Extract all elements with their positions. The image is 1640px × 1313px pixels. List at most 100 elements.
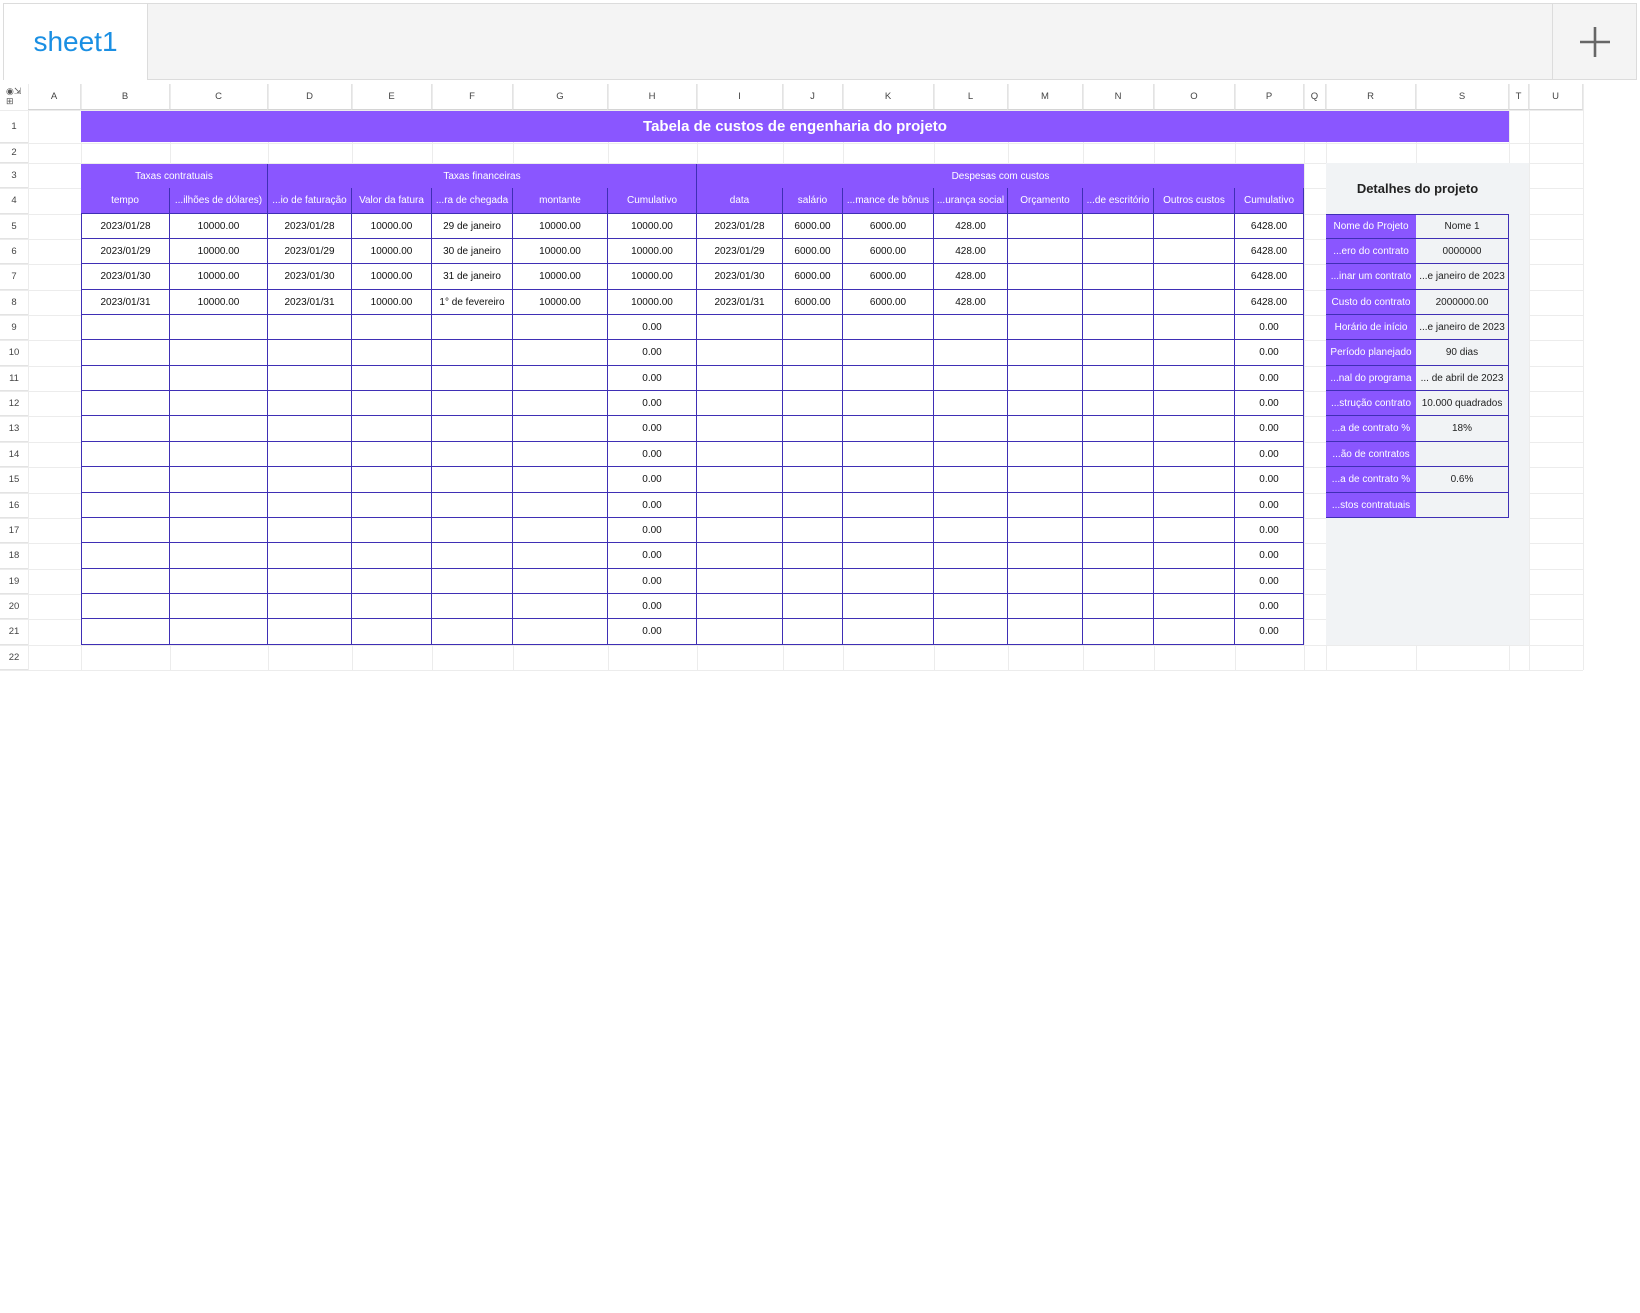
table-cell[interactable]: 6000.00: [783, 290, 843, 315]
column-header[interactable]: R: [1326, 84, 1416, 110]
row-header[interactable]: 13: [0, 416, 28, 442]
table-cell[interactable]: [697, 493, 783, 518]
row-header[interactable]: 14: [0, 442, 28, 467]
detail-value[interactable]: [1416, 442, 1509, 467]
table-cell[interactable]: [934, 366, 1008, 391]
table-cell[interactable]: [1154, 467, 1235, 493]
row-header[interactable]: 8: [0, 290, 28, 315]
table-cell[interactable]: 10000.00: [352, 214, 432, 239]
table-cell[interactable]: [352, 518, 432, 543]
table-cell[interactable]: [934, 569, 1008, 594]
table-cell[interactable]: 0.00: [1235, 467, 1304, 493]
table-cell[interactable]: 0.00: [608, 569, 697, 594]
table-cell[interactable]: [934, 467, 1008, 493]
table-cell[interactable]: [268, 467, 352, 493]
table-cell[interactable]: [170, 391, 268, 416]
table-cell[interactable]: [843, 366, 934, 391]
row-header[interactable]: 15: [0, 467, 28, 493]
table-cell[interactable]: 2023/01/30: [697, 264, 783, 290]
table-cell[interactable]: [513, 391, 608, 416]
column-header[interactable]: H: [608, 84, 697, 110]
column-header[interactable]: N: [1083, 84, 1154, 110]
table-cell[interactable]: [934, 543, 1008, 569]
table-cell[interactable]: [432, 594, 513, 619]
table-cell[interactable]: [268, 518, 352, 543]
detail-value[interactable]: 90 dias: [1416, 340, 1509, 366]
table-cell[interactable]: 6000.00: [783, 214, 843, 239]
table-cell[interactable]: 10000.00: [513, 214, 608, 239]
detail-value[interactable]: ...e janeiro de 2023: [1416, 315, 1509, 340]
table-cell[interactable]: [170, 442, 268, 467]
table-cell[interactable]: [697, 569, 783, 594]
table-cell[interactable]: [170, 467, 268, 493]
table-cell[interactable]: [268, 493, 352, 518]
table-cell[interactable]: 6000.00: [843, 239, 934, 264]
table-cell[interactable]: 29 de janeiro: [432, 214, 513, 239]
table-cell[interactable]: 428.00: [934, 239, 1008, 264]
column-label-cell[interactable]: ...ilhões de dólares): [170, 188, 268, 214]
table-cell[interactable]: 6428.00: [1235, 264, 1304, 290]
column-header[interactable]: D: [268, 84, 352, 110]
table-cell[interactable]: [81, 340, 170, 366]
table-cell[interactable]: [352, 442, 432, 467]
table-cell[interactable]: 2023/01/29: [81, 239, 170, 264]
table-cell[interactable]: 1° de fevereiro: [432, 290, 513, 315]
detail-value[interactable]: 0000000: [1416, 239, 1509, 264]
table-cell[interactable]: [352, 619, 432, 645]
column-header[interactable]: A: [28, 84, 81, 110]
table-cell[interactable]: [934, 442, 1008, 467]
row-header[interactable]: 7: [0, 264, 28, 290]
table-cell[interactable]: [843, 416, 934, 442]
table-cell[interactable]: [432, 569, 513, 594]
table-cell[interactable]: [697, 391, 783, 416]
detail-value[interactable]: ... de abril de 2023: [1416, 366, 1509, 391]
table-cell[interactable]: 0.00: [608, 467, 697, 493]
table-cell[interactable]: 2023/01/28: [81, 214, 170, 239]
table-cell[interactable]: [934, 594, 1008, 619]
table-cell[interactable]: [1083, 493, 1154, 518]
table-cell[interactable]: [268, 340, 352, 366]
table-cell[interactable]: [697, 366, 783, 391]
table-cell[interactable]: [1083, 467, 1154, 493]
table-cell[interactable]: 6428.00: [1235, 239, 1304, 264]
table-cell[interactable]: 0.00: [608, 543, 697, 569]
table-cell[interactable]: [1083, 619, 1154, 645]
column-label-cell[interactable]: ...ra de chegada: [432, 188, 513, 214]
table-cell[interactable]: [1008, 290, 1083, 315]
table-cell[interactable]: [1008, 493, 1083, 518]
table-cell[interactable]: 0.00: [1235, 391, 1304, 416]
table-cell[interactable]: [1083, 315, 1154, 340]
table-cell[interactable]: [432, 543, 513, 569]
table-cell[interactable]: [268, 366, 352, 391]
table-cell[interactable]: [1154, 416, 1235, 442]
table-cell[interactable]: [783, 366, 843, 391]
detail-value[interactable]: 10.000 quadrados: [1416, 391, 1509, 416]
table-cell[interactable]: [81, 366, 170, 391]
table-cell[interactable]: [81, 594, 170, 619]
table-cell[interactable]: 10000.00: [608, 290, 697, 315]
table-cell[interactable]: 0.00: [1235, 416, 1304, 442]
table-cell[interactable]: [697, 543, 783, 569]
table-cell[interactable]: [1008, 391, 1083, 416]
table-cell[interactable]: [1008, 366, 1083, 391]
table-cell[interactable]: 10000.00: [170, 290, 268, 315]
column-header[interactable]: U: [1529, 84, 1583, 110]
table-cell[interactable]: [170, 493, 268, 518]
table-cell[interactable]: [170, 315, 268, 340]
table-cell[interactable]: [513, 340, 608, 366]
table-cell[interactable]: [352, 340, 432, 366]
table-cell[interactable]: [783, 442, 843, 467]
table-cell[interactable]: 6428.00: [1235, 214, 1304, 239]
table-cell[interactable]: [1083, 569, 1154, 594]
row-header[interactable]: 19: [0, 569, 28, 594]
table-cell[interactable]: [843, 315, 934, 340]
column-header[interactable]: E: [352, 84, 432, 110]
row-header[interactable]: 4: [0, 188, 28, 214]
table-cell[interactable]: 0.00: [1235, 569, 1304, 594]
table-cell[interactable]: [268, 315, 352, 340]
column-header[interactable]: T: [1509, 84, 1529, 110]
table-cell[interactable]: [843, 594, 934, 619]
row-header[interactable]: 20: [0, 594, 28, 619]
table-cell[interactable]: 0.00: [1235, 493, 1304, 518]
row-header[interactable]: 9: [0, 315, 28, 340]
